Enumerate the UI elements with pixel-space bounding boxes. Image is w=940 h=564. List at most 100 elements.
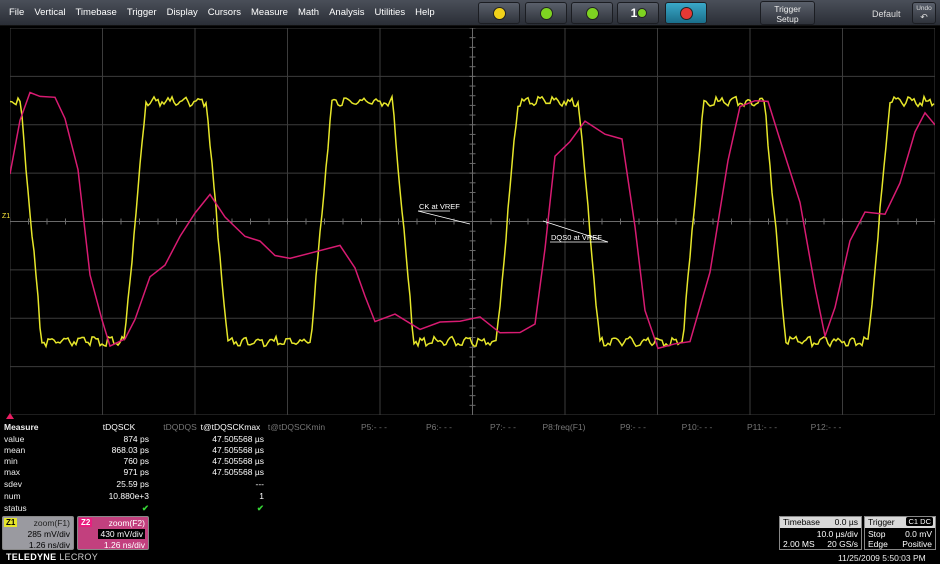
zoom-tdiv: 1.26 ns/div bbox=[28, 540, 70, 550]
measure-header-p5[interactable]: P5:- - - bbox=[349, 422, 399, 432]
measure-cell: --- bbox=[255, 479, 265, 489]
menu-vertical[interactable]: Vertical bbox=[29, 7, 70, 18]
menu-help[interactable]: Help bbox=[410, 7, 440, 18]
timebase-offset: 0.0 µs bbox=[834, 517, 858, 527]
status-check-icon: ✔ bbox=[141, 503, 149, 513]
menu-math[interactable]: Math bbox=[293, 7, 324, 18]
measure-row-label: status bbox=[4, 503, 27, 513]
trigger-setup-button[interactable]: Trigger Setup bbox=[760, 1, 815, 25]
stop-icon bbox=[679, 6, 693, 20]
measure-header-p6[interactable]: P6:- - - bbox=[414, 422, 464, 432]
undo-button[interactable]: Undo ↶ bbox=[912, 2, 936, 24]
measure-header-p4[interactable]: t@tDQSCKmin bbox=[264, 422, 329, 432]
measure-header-p10[interactable]: P10:- - - bbox=[672, 422, 722, 432]
trigger-type: Edge bbox=[868, 539, 888, 549]
menu-measure[interactable]: Measure bbox=[246, 7, 293, 18]
measure-cell: 47.505568 µs bbox=[212, 467, 264, 477]
measure-row-label: min bbox=[4, 456, 18, 466]
single-label: 1 bbox=[630, 6, 638, 20]
measure-row-status: status ✔ ✔ bbox=[4, 503, 864, 514]
trigger-mode: Stop bbox=[868, 529, 886, 539]
measure-header-p11[interactable]: P11:- - - bbox=[737, 422, 787, 432]
zoom-tdiv: 1.26 ns/div bbox=[103, 540, 145, 550]
single-button[interactable]: 1 bbox=[617, 2, 659, 24]
timebase-title: Timebase bbox=[783, 517, 821, 527]
zoom-tag: Z2 bbox=[79, 518, 93, 527]
menu-trigger[interactable]: Trigger bbox=[122, 7, 162, 18]
menu-items: File Vertical Timebase Trigger Display Cursor… bbox=[4, 7, 440, 18]
measure-table: Measure tDQSCK tDQDQS t@tDQSCKmax t@tDQS… bbox=[4, 420, 864, 516]
trigger-level: 0.0 mV bbox=[905, 529, 932, 539]
auto-icon bbox=[539, 6, 553, 20]
measure-header-row: Measure tDQSCK tDQDQS t@tDQSCKmax t@tDQS… bbox=[4, 422, 864, 433]
menu-cursors[interactable]: Cursors bbox=[203, 7, 246, 18]
menu-bar: File Vertical Timebase Trigger Display Cursor… bbox=[0, 0, 940, 26]
measure-header-p8[interactable]: P8:freq(F1) bbox=[534, 422, 594, 432]
zoom-vdiv: 285 mV/div bbox=[27, 529, 70, 539]
zoom-tag: Z1 bbox=[4, 518, 18, 527]
zoom-z1-descriptor[interactable]: Z1 zoom(F1) 285 mV/div 1.26 ns/div bbox=[2, 516, 74, 550]
measure-header-p12[interactable]: P12:- - - bbox=[801, 422, 851, 432]
measure-cell: 874 ps bbox=[123, 434, 149, 444]
menu-timebase[interactable]: Timebase bbox=[70, 7, 121, 18]
z1-trace-marker[interactable]: Z1 bbox=[2, 213, 10, 220]
measure-header-p9[interactable]: P9:- - - bbox=[608, 422, 658, 432]
measure-cell: 971 ps bbox=[123, 467, 149, 477]
menu-utilities[interactable]: Utilities bbox=[369, 7, 410, 18]
measure-cell: 47.505568 µs bbox=[212, 434, 264, 444]
measure-row-label: max bbox=[4, 467, 21, 477]
measure-row-num: num 10.880e+3 1 bbox=[4, 491, 864, 502]
measure-header-p1[interactable]: tDQSCK bbox=[94, 422, 144, 432]
ck-annotation-leader bbox=[417, 210, 471, 225]
measure-row-sdev: sdev 25.59 ps --- bbox=[4, 479, 864, 490]
measure-cell: 868.03 ps bbox=[111, 445, 149, 455]
run-arrow-icon bbox=[492, 6, 506, 20]
zoom-vdiv: 430 mV/div bbox=[98, 529, 145, 539]
measure-row-label: value bbox=[4, 434, 25, 444]
undo-arrow-icon: ↶ bbox=[920, 12, 928, 22]
dqs-annotation: DQS0 at VREF bbox=[551, 233, 602, 242]
zoom-title: zoom(F2) bbox=[108, 518, 145, 528]
run-button[interactable] bbox=[478, 2, 520, 24]
trigger-setup-line2: Setup bbox=[776, 14, 799, 24]
normal-icon bbox=[585, 6, 599, 20]
measure-header-p7[interactable]: P7:- - - bbox=[478, 422, 528, 432]
timebase-header: Timebase 0.0 µs bbox=[780, 517, 861, 528]
auto-button[interactable] bbox=[525, 2, 567, 24]
stop-button[interactable] bbox=[665, 2, 707, 24]
trigger-slope: Positive bbox=[902, 539, 932, 549]
default-setup-label[interactable]: Default bbox=[872, 9, 901, 19]
brand-light: LECROY bbox=[59, 552, 99, 562]
waveform-display[interactable]: CK at VREF DQS0 at VREF bbox=[10, 28, 935, 415]
single-icon bbox=[637, 8, 648, 18]
measure-cell: 10.880e+3 bbox=[108, 491, 149, 501]
trigger-position-marker[interactable] bbox=[6, 413, 14, 419]
measure-cell: 47.505568 µs bbox=[212, 445, 264, 455]
trigger-descriptor[interactable]: Trigger C1 DC Stop 0.0 mV Edge Positive bbox=[864, 516, 936, 550]
measure-cell: 1 bbox=[259, 491, 264, 501]
trigger-source: C1 DC bbox=[906, 517, 933, 526]
menu-file[interactable]: File bbox=[4, 7, 29, 18]
timestamp: 11/25/2009 5:50:03 PM bbox=[838, 553, 926, 563]
normal-button[interactable] bbox=[571, 2, 613, 24]
measure-cell: 47.505568 µs bbox=[212, 456, 264, 466]
measure-row-label: sdev bbox=[4, 479, 22, 489]
zoom-z2-descriptor[interactable]: Z2 zoom(F2) 430 mV/div 1.26 ns/div bbox=[77, 516, 149, 550]
menu-analysis[interactable]: Analysis bbox=[324, 7, 369, 18]
measure-row-label: num bbox=[4, 491, 21, 501]
measure-header-p2[interactable]: tDQDQS bbox=[160, 422, 200, 432]
measure-row-mean: mean 868.03 ps 47.505568 µs bbox=[4, 445, 864, 456]
measure-header-p3[interactable]: t@tDQSCKmax bbox=[198, 422, 263, 432]
timebase-div: 10.0 µs/div bbox=[816, 529, 858, 539]
measure-row-max: max 971 ps 47.505568 µs bbox=[4, 467, 864, 478]
measure-cell: 25.59 ps bbox=[116, 479, 149, 489]
menu-display[interactable]: Display bbox=[162, 7, 203, 18]
graticule-grid bbox=[10, 28, 935, 415]
status-check-icon: ✔ bbox=[256, 503, 264, 513]
brand-bold: TELEDYNE bbox=[6, 552, 57, 562]
timebase-samples: 2.00 MS bbox=[783, 539, 815, 549]
measure-row-value: value 874 ps 47.505568 µs bbox=[4, 434, 864, 445]
trigger-setup-line1: Trigger bbox=[774, 4, 801, 14]
timebase-descriptor[interactable]: Timebase 0.0 µs 10.0 µs/div 2.00 MS 20 G… bbox=[779, 516, 862, 550]
brand-logo: TELEDYNE LECROY bbox=[6, 552, 98, 562]
